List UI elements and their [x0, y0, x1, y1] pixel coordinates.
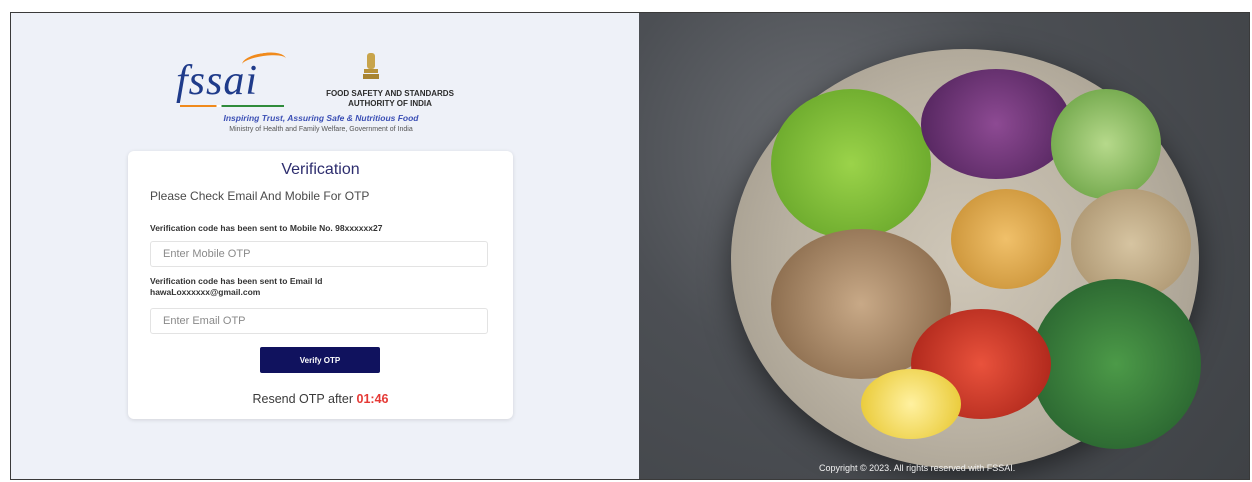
fssai-logo: fssai FOOD SAFETY AND STANDARDS AUTHORIT…: [176, 50, 476, 109]
authority-line1: FOOD SAFETY AND STANDARDS: [326, 89, 454, 98]
copyright-text: Copyright © 2023. All rights reserved wi…: [819, 463, 1016, 473]
logo-arc-icon: [241, 50, 287, 73]
cucumber-image: [1051, 89, 1161, 199]
lemon-image: [861, 369, 961, 439]
salad-bowl-image: [731, 49, 1201, 469]
email-otp-label: Verification code has been sent to Email…: [150, 276, 323, 297]
cabbage-image: [921, 69, 1071, 179]
authority-line2: AUTHORITY OF INDIA: [348, 99, 432, 108]
mobile-otp-label: Verification code has been sent to Mobil…: [150, 223, 383, 233]
resend-label: Resend OTP after: [252, 392, 354, 406]
national-emblem-icon: [363, 53, 379, 79]
left-panel: fssai FOOD SAFETY AND STANDARDS AUTHORIT…: [11, 13, 639, 479]
lettuce-image: [771, 89, 931, 239]
spinach-image: [1031, 279, 1201, 449]
authority-name: FOOD SAFETY AND STANDARDS AUTHORITY OF I…: [304, 89, 476, 109]
brand-tagline: Inspiring Trust, Assuring Safe & Nutriti…: [223, 113, 419, 123]
resend-otp-text: Resend OTP after 01:46: [128, 392, 513, 406]
resend-timer: 01:46: [356, 392, 389, 406]
logo-underline-icon: [180, 105, 284, 107]
mobile-otp-input[interactable]: [150, 241, 488, 267]
verification-card: Verification Please Check Email And Mobi…: [128, 151, 513, 419]
card-title: Verification: [281, 161, 360, 178]
food-image-panel: Copyright © 2023. All rights reserved wi…: [639, 13, 1249, 479]
chickpeas-image: [951, 189, 1061, 289]
verify-otp-button[interactable]: Verify OTP: [260, 347, 380, 373]
email-otp-input[interactable]: [150, 308, 488, 334]
ministry-text: Ministry of Health and Family Welfare, G…: [229, 126, 413, 133]
app-window: fssai FOOD SAFETY AND STANDARDS AUTHORIT…: [10, 12, 1250, 480]
card-subtitle: Please Check Email And Mobile For OTP: [150, 189, 370, 203]
